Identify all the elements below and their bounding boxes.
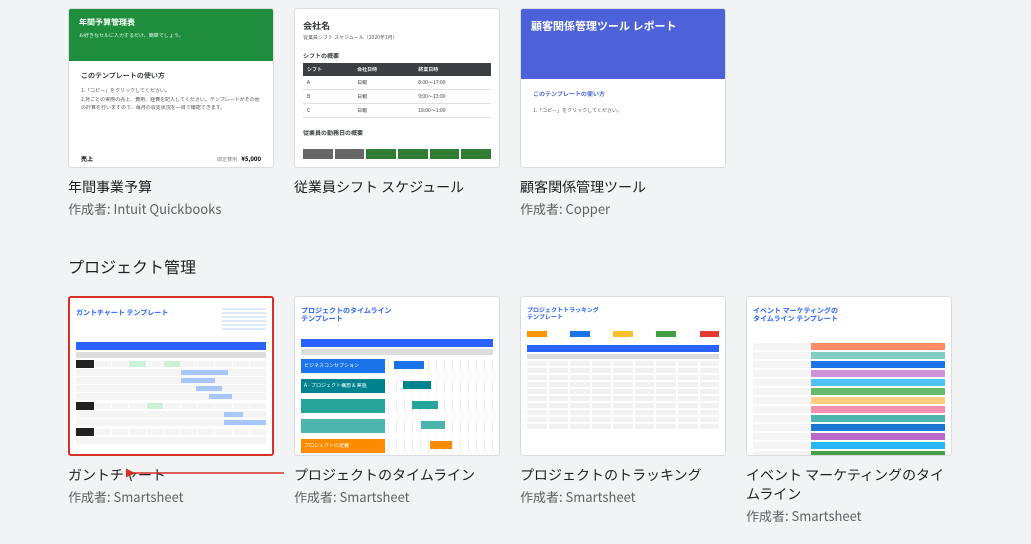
thumb-budget-foot-label2: 固定費用 — [217, 156, 237, 163]
thumb-shift-table: シフト 会社日時 終業日時 A日報8:00〜17:00 B日報9:00〜13:0… — [303, 63, 491, 118]
thumb-crm: 顧客関係管理ツール レポート このテンプレートの使い方 1.「コピー」をクリック… — [520, 8, 726, 168]
template-title: 年間事業予算 — [68, 178, 274, 197]
thumb-project-timeline: プロジェクトのタイムライン テンプレート ビジネスコンセプションA - プロジェ… — [294, 296, 500, 456]
template-row-2: ガントチャート テンプレート ガントチャート 作成者: Smartsheet プ… — [12, 288, 1019, 539]
thumb-shift-schedule: 会社名 従業員シフト スケジュール（2020年1月） シフトの概要 シフト 会社… — [294, 8, 500, 168]
thumb-crm-body-line: 1.「コピー」をクリックしてください。 — [533, 106, 713, 115]
template-author: 作成者: Smartsheet — [746, 506, 952, 525]
template-title: 顧客関係管理ツール — [520, 178, 726, 197]
thumb-project-tracking: プロジェクトトラッキング テンプレート — [520, 296, 726, 456]
thumb-budget-head1: 年間予算管理表 — [79, 17, 263, 28]
thumb-shift-sec1: シフトの概要 — [303, 51, 491, 60]
thumb-em-title: イベント マーケティングの タイムライン テンプレート — [753, 307, 945, 323]
template-card-event-marketing-timeline[interactable]: イベント マーケティングの タイムライン テンプレート イベント マーケティング… — [746, 296, 952, 525]
thumb-annual-budget: 年間予算管理表 お好きなセルに入力するだけ、簡単でしょう。 このテンプレートの使… — [68, 8, 274, 168]
thumb-gantt-chart: ガントチャート テンプレート — [68, 296, 274, 456]
thumb-event-marketing: イベント マーケティングの タイムライン テンプレート — [746, 296, 952, 456]
template-row-1: 年間予算管理表 お好きなセルに入力するだけ、簡単でしょう。 このテンプレートの使… — [12, 0, 1019, 232]
thumb-crm-body-title: このテンプレートの使い方 — [533, 89, 713, 98]
thumb-budget-body-title: このテンプレートの使い方 — [81, 71, 261, 81]
thumb-budget-body-line2: 2.月ごとの実際の売上、費用、経費を記入してください。テンプレートがその他の計算… — [81, 96, 261, 113]
template-title: プロジェクトのタイムライン — [294, 466, 500, 485]
thumb-gantt-meta — [222, 308, 266, 330]
template-title: プロジェクトのトラッキング — [520, 466, 726, 485]
thumb-trk-title: プロジェクトトラッキング テンプレート — [527, 307, 719, 321]
thumb-budget-foot-label1: 売上 — [81, 154, 93, 163]
template-card-shift-schedule[interactable]: 会社名 従業員シフト スケジュール（2020年1月） シフトの概要 シフト 会社… — [294, 8, 500, 218]
template-title: イベント マーケティングのタイムライン — [746, 466, 952, 504]
template-author: 作成者: Smartsheet — [520, 487, 726, 506]
thumb-shift-head2: 従業員シフト スケジュール（2020年1月） — [303, 34, 491, 41]
template-card-project-timeline[interactable]: プロジェクトのタイムライン テンプレート ビジネスコンセプションA - プロジェ… — [294, 296, 500, 525]
template-card-annual-budget[interactable]: 年間予算管理表 お好きなセルに入力するだけ、簡単でしょう。 このテンプレートの使… — [68, 8, 274, 218]
thumb-budget-foot-value: ¥5,000 — [241, 154, 261, 163]
thumb-budget-head2: お好きなセルに入力するだけ、簡単でしょう。 — [79, 32, 263, 39]
template-card-project-tracking[interactable]: プロジェクトトラッキング テンプレート プロジェクトのトラッキング 作成者: S… — [520, 296, 726, 525]
template-author: 作成者: Intuit Quickbooks — [68, 199, 274, 218]
thumb-ptl-rows: ビジネスコンセプションA - プロジェクト構想 & 実施プロジェクトの定義プロジ… — [301, 357, 493, 456]
thumb-shift-barrow — [303, 149, 491, 159]
thumb-ptl-title: プロジェクトのタイムライン テンプレート — [301, 307, 493, 323]
template-title: 従業員シフト スケジュール — [294, 178, 500, 197]
template-title: ガントチャート — [68, 466, 274, 485]
thumb-crm-head1: 顧客関係管理ツール レポート — [531, 19, 715, 33]
template-card-gantt-chart[interactable]: ガントチャート テンプレート ガントチャート 作成者: Smartsheet — [68, 296, 274, 525]
template-author: 作成者: Smartsheet — [68, 487, 274, 506]
template-author: 作成者: Copper — [520, 199, 726, 218]
thumb-shift-sec2: 従業員の勤務日の概要 — [303, 128, 491, 137]
template-card-crm[interactable]: 顧客関係管理ツール レポート このテンプレートの使い方 1.「コピー」をクリック… — [520, 8, 726, 218]
template-author: 作成者: Smartsheet — [294, 487, 500, 506]
thumb-shift-head1: 会社名 — [303, 19, 491, 32]
section-heading-project-management: プロジェクト管理 — [12, 232, 1019, 288]
thumb-budget-body-line1: 1.「コピー」をクリックしてください。 — [81, 87, 261, 96]
